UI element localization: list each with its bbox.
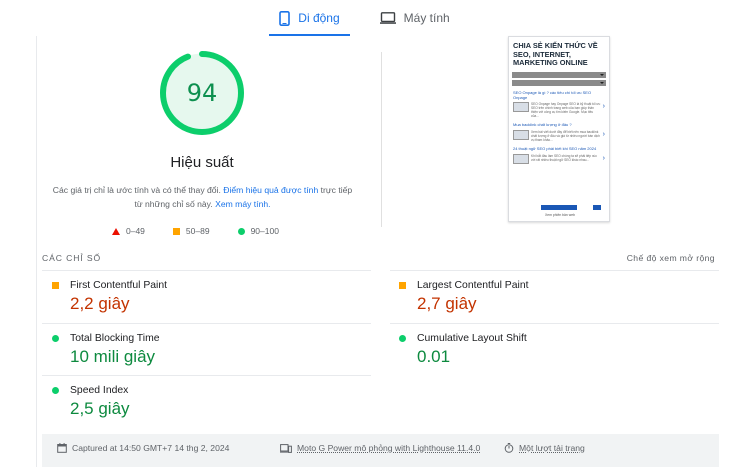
thumbnail-post-title: Mua backlink chất lượng ở đâu ? xyxy=(513,122,572,128)
thumbnail-post-image xyxy=(513,153,529,164)
metric-label: Speed Index xyxy=(70,385,129,396)
metric-cumulative-layout-shift: Cumulative Layout Shift 0.01 xyxy=(399,333,719,373)
captured-text: Captured at 14:50 GMT+7 14 thg 2, 2024 xyxy=(72,443,230,453)
phone-icon xyxy=(279,10,291,26)
thumbnail-post-text: Khi bắt đầu làm SEO chúng ta sẽ phải tiế… xyxy=(531,153,597,162)
metric-value: 0.01 xyxy=(417,347,451,366)
thumbnail-post-image xyxy=(513,102,529,113)
thumbnail-post-text: Xem bài viết dưới đây để biết nên mua ba… xyxy=(531,130,600,143)
desktop-icon xyxy=(379,12,396,24)
chevron-right-icon: › xyxy=(602,103,605,111)
expanded-view-toggle[interactable]: Chế độ xem mở rộng xyxy=(627,253,715,263)
performance-title: Hiệu suất xyxy=(170,154,234,171)
performance-score: 94 xyxy=(186,79,218,107)
metric-label: First Contentful Paint xyxy=(70,280,168,291)
metric-divider xyxy=(42,375,371,376)
legend-fail: 0–49 xyxy=(112,226,145,236)
metrics-heading: CÁC CHỈ SỐ xyxy=(42,253,102,263)
thumbnail-post: Mua backlink chất lượng ở đâu ? Xem bài … xyxy=(513,123,605,142)
desc-text-1: Các giá trị chỉ là ước tính và có thể th… xyxy=(52,185,224,195)
chevron-right-icon: › xyxy=(602,154,605,162)
metric-value: 2,5 giây xyxy=(70,399,130,418)
metric-label: Total Blocking Time xyxy=(70,333,160,344)
legend-pass: 90–100 xyxy=(237,226,279,236)
performance-description: Các giá trị chỉ là ước tính và có thể th… xyxy=(50,183,355,211)
metric-divider xyxy=(42,323,371,324)
metric-value: 10 mili giây xyxy=(70,347,156,366)
captured-info: Captured at 14:50 GMT+7 14 thg 2, 2024 xyxy=(57,443,229,453)
thumbnail-post: SEO Onpage là gì ? các tiêu chí tối ưu S… xyxy=(513,89,605,119)
thumbnail-footer-link: Xem phiên bản web xyxy=(545,213,575,217)
orange-square-icon xyxy=(172,227,180,235)
device-tabs: Di động Máy tính xyxy=(0,0,729,36)
tab-mobile-label: Di động xyxy=(298,11,340,25)
tab-mobile[interactable]: Di động xyxy=(269,0,351,36)
metric-speed-index: Speed Index 2,5 giây xyxy=(52,385,372,425)
calendar-icon xyxy=(57,443,67,453)
metric-label: Cumulative Layout Shift xyxy=(417,333,527,344)
legend-average: 50–89 xyxy=(172,226,210,236)
performance-gauge: 94 xyxy=(159,50,245,136)
thumbnail-menu-bar-2 xyxy=(512,79,606,86)
metric-value: 2,7 giây xyxy=(417,294,477,313)
device-info[interactable]: Moto G Power mô phỏng with Lighthouse 11… xyxy=(280,443,480,453)
page-screenshot-thumbnail: CHIA SẺ KIẾN THỨC VỀ SEO, INTERNET, MARK… xyxy=(508,36,610,222)
orange-square-icon xyxy=(52,282,59,289)
calculator-link[interactable]: Xem máy tính. xyxy=(215,199,270,209)
chevron-right-icon: › xyxy=(602,131,605,139)
legend-average-label: 50–89 xyxy=(185,226,210,236)
green-circle-icon xyxy=(52,335,59,342)
legend-fail-label: 0–49 xyxy=(126,226,145,236)
runtime-settings-footer: Captured at 14:50 GMT+7 14 thg 2, 2024 M… xyxy=(42,434,719,467)
thumbnail-post-text: SEO Onpage hay Onpage SEO là kỹ thuật tố… xyxy=(531,102,601,119)
thumbnail-post-title: SEO Onpage là gì ? các tiêu chí tối ưu S… xyxy=(513,89,592,100)
score-legend: 0–49 50–89 90–100 xyxy=(112,226,279,236)
thumbnail-post: 24 thuật ngữ SEO phải biết khi SEO năm 2… xyxy=(513,146,605,164)
metric-value: 2,2 giây xyxy=(70,294,130,313)
score-calculation-link[interactable]: Điểm hiệu quả được tính xyxy=(223,185,318,195)
green-circle-icon xyxy=(237,227,245,235)
metric-total-blocking-time: Total Blocking Time 10 mili giây xyxy=(52,333,372,373)
load-text: Một lượt tải trang xyxy=(519,443,585,453)
timer-icon xyxy=(504,443,514,453)
thumbnail-site-title: CHIA SẺ KIẾN THỨC VỀ SEO, INTERNET, MARK… xyxy=(513,41,598,68)
metric-label: Largest Contentful Paint xyxy=(417,280,529,291)
thumbnail-button xyxy=(541,205,577,210)
thumbnail-menu-bar-1 xyxy=(512,71,606,78)
device-icon xyxy=(280,443,292,453)
legend-pass-label: 90–100 xyxy=(250,226,279,236)
metric-first-contentful-paint: First Contentful Paint 2,2 giây xyxy=(52,280,372,320)
thumbnail-button-small xyxy=(593,205,601,210)
green-circle-icon xyxy=(52,387,59,394)
thumbnail-post-title: 24 thuật ngữ SEO phải biết khi SEO năm 2… xyxy=(513,146,597,152)
page-border-left xyxy=(36,36,37,467)
section-divider xyxy=(381,52,382,227)
metric-divider xyxy=(390,270,719,271)
orange-square-icon xyxy=(399,282,406,289)
load-info[interactable]: Một lượt tải trang xyxy=(504,443,585,453)
metric-largest-contentful-paint: Largest Contentful Paint 2,7 giây xyxy=(399,280,719,320)
tab-desktop[interactable]: Máy tính xyxy=(370,0,460,36)
tab-desktop-label: Máy tính xyxy=(403,11,450,25)
thumbnail-post-image xyxy=(513,130,529,141)
red-triangle-icon xyxy=(112,227,120,235)
metric-divider xyxy=(390,323,719,324)
green-circle-icon xyxy=(399,335,406,342)
metric-divider xyxy=(42,270,371,271)
device-text: Moto G Power mô phỏng with Lighthouse 11… xyxy=(297,443,481,453)
